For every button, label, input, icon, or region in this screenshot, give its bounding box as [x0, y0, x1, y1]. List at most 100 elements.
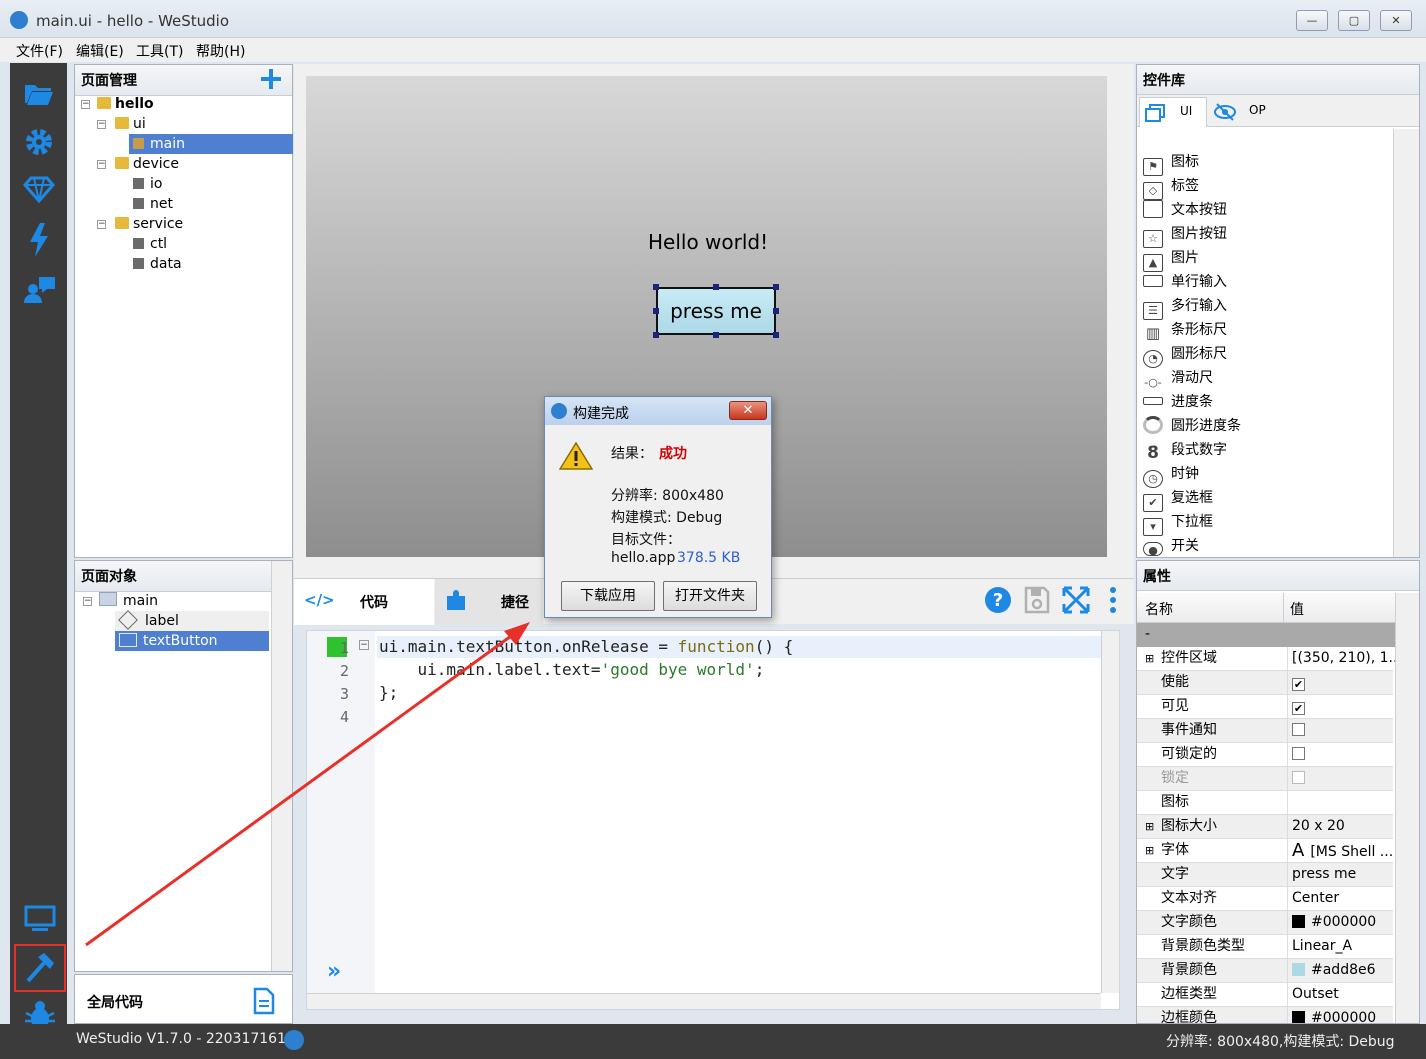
open-folder-button[interactable]: 打开文件夹	[663, 581, 757, 611]
tree-item-main[interactable]: main	[129, 134, 293, 154]
tree-item-service[interactable]: service	[115, 214, 183, 234]
target-file-name: hello.app	[611, 550, 676, 566]
menu-file[interactable]: 文件(F)	[16, 41, 63, 61]
tree-item-ctl[interactable]: ctl	[133, 234, 167, 254]
resize-handle-w[interactable]	[653, 308, 659, 314]
collapse-hello[interactable]: −	[81, 100, 90, 109]
tree-item-device[interactable]: device	[115, 154, 179, 174]
tree-item-data[interactable]: data	[133, 254, 182, 274]
monitor-icon[interactable]	[24, 905, 56, 933]
maximize-button[interactable]: ▢	[1338, 10, 1370, 31]
widget-dropdown[interactable]: ▾ 下拉框	[1143, 510, 1213, 536]
widget-clock[interactable]: ◷ 时钟	[1143, 462, 1199, 488]
property-group[interactable]: -	[1137, 623, 1395, 647]
tree-item-hello[interactable]: hello	[97, 94, 154, 114]
tree-item-io[interactable]: io	[133, 174, 162, 194]
tree-item-ui[interactable]: ui	[115, 114, 146, 134]
widget-checkbox[interactable]: ✔ 复选框	[1143, 486, 1213, 512]
resize-handle-ne[interactable]	[773, 284, 779, 290]
minimize-button[interactable]: —	[1296, 10, 1328, 31]
prop-widget-area[interactable]: ⊞ 控件区域 [(350, 210), 1...	[1137, 647, 1395, 671]
lockable-checkbox[interactable]	[1292, 747, 1305, 760]
expand-icon[interactable]: ⊞	[1145, 647, 1154, 670]
app-logo-icon	[10, 11, 28, 29]
visible-checkbox[interactable]: ✔	[1292, 702, 1305, 715]
prop-border-color[interactable]: 边框颜色 #000000	[1137, 1007, 1393, 1023]
file-icon	[133, 178, 144, 189]
tab-ui[interactable]: UI	[1139, 97, 1207, 127]
expand-icon[interactable]: ⊞	[1145, 815, 1154, 838]
close-button[interactable]: ✕	[1380, 10, 1412, 31]
prop-icon-size[interactable]: ⊞ 图标大小 20 x 20	[1137, 815, 1393, 839]
prop-enabled[interactable]: 使能 ✔	[1137, 671, 1393, 695]
canvas-label[interactable]: Hello world!	[648, 230, 768, 254]
download-app-button[interactable]: 下载应用	[561, 581, 655, 611]
widget-round-progress[interactable]: 圆形进度条	[1143, 414, 1241, 438]
code-horizontal-scrollbar[interactable]	[307, 993, 1101, 1009]
widget-segment-digit[interactable]: 8 段式数字	[1143, 438, 1227, 462]
widget-line-input[interactable]: 单行输入	[1143, 270, 1227, 294]
widget-image-button[interactable]: ☆ 图片按钮	[1143, 222, 1227, 248]
widget-text-button[interactable]: 文本按钮	[1143, 198, 1227, 222]
app-logo-icon	[284, 1030, 304, 1050]
prop-font[interactable]: ⊞ 字体 A [MS Shell ...	[1137, 839, 1393, 863]
dialog-close-button[interactable]: ✕	[729, 401, 767, 420]
prop-bg-color[interactable]: 背景颜色 #add8e6	[1137, 959, 1393, 983]
prop-text-align[interactable]: 文本对齐 Center	[1137, 887, 1393, 911]
global-code-bar[interactable]: 全局代码	[74, 974, 293, 1024]
menu-help[interactable]: 帮助(H)	[196, 41, 245, 61]
prop-text[interactable]: 文字 press me	[1137, 863, 1393, 887]
event-notify-checkbox[interactable]	[1292, 723, 1305, 736]
expand-panel-icon[interactable]: »	[327, 959, 341, 984]
more-options-icon[interactable]	[1108, 586, 1118, 614]
enabled-checkbox[interactable]: ✔	[1292, 678, 1305, 691]
library-scrollbar[interactable]	[1393, 129, 1419, 557]
collapse-device[interactable]: −	[97, 160, 106, 169]
add-page-icon[interactable]	[259, 67, 283, 91]
resize-handle-e[interactable]	[773, 308, 779, 314]
prop-visible[interactable]: 可见 ✔	[1137, 695, 1393, 719]
canvas-text-button[interactable]: press me	[656, 287, 776, 335]
chat-user-icon[interactable]	[23, 275, 57, 305]
widget-bar-gauge[interactable]: ▥ 条形标尺	[1143, 318, 1227, 342]
lightning-icon[interactable]	[28, 223, 50, 257]
resize-handle-s[interactable]	[713, 332, 719, 338]
object-item-main[interactable]: main	[99, 591, 158, 611]
gear-icon[interactable]	[24, 127, 54, 157]
widget-progress-bar[interactable]: 进度条	[1143, 390, 1213, 414]
prop-bg-color-type[interactable]: 背景颜色类型 Linear_A	[1137, 935, 1393, 959]
widget-label[interactable]: ◇ 标签	[1143, 174, 1199, 200]
resize-handle-se[interactable]	[773, 332, 779, 338]
document-icon[interactable]	[253, 987, 275, 1015]
collapse-service[interactable]: −	[97, 220, 106, 229]
collapse-ui[interactable]: −	[97, 120, 106, 129]
resize-handle-sw[interactable]	[653, 332, 659, 338]
code-vertical-scrollbar[interactable]	[1101, 631, 1119, 993]
prop-border-type[interactable]: 边框类型 Outset	[1137, 983, 1393, 1007]
widget-icon[interactable]: ⚑ 图标	[1143, 150, 1199, 176]
menu-tools[interactable]: 工具(T)	[136, 41, 183, 61]
tab-op[interactable]: OP	[1209, 97, 1277, 127]
prop-icon[interactable]: 图标	[1137, 791, 1393, 815]
window-title: main.ui - hello - WeStudio	[36, 12, 230, 30]
collapse-main-object[interactable]: −	[83, 597, 92, 606]
properties-scrollbar[interactable]	[1395, 593, 1419, 1023]
widget-round-gauge[interactable]: ◔ 圆形标尺	[1143, 342, 1227, 368]
folder-open-icon[interactable]	[23, 81, 55, 107]
resize-handle-n[interactable]	[713, 284, 719, 290]
expand-icon[interactable]: ⊞	[1145, 839, 1154, 862]
prop-lockable[interactable]: 可锁定的	[1137, 743, 1393, 767]
widget-text-area[interactable]: ☰ 多行输入	[1143, 294, 1227, 320]
tree-item-net[interactable]: net	[133, 194, 173, 214]
widget-switch[interactable]: ● 开关	[1143, 534, 1199, 558]
widget-image[interactable]: ▲ 图片	[1143, 246, 1199, 272]
help-icon[interactable]: ?	[984, 586, 1012, 614]
fullscreen-icon[interactable]	[1062, 586, 1090, 614]
save-icon[interactable]	[1024, 586, 1050, 614]
prop-event-notify[interactable]: 事件通知	[1137, 719, 1393, 743]
menu-edit[interactable]: 编辑(E)	[76, 41, 124, 61]
resize-handle-nw[interactable]	[653, 284, 659, 290]
prop-text-color[interactable]: 文字颜色 #000000	[1137, 911, 1393, 935]
widget-slider[interactable]: -○- 滑动尺	[1143, 366, 1213, 390]
diamond-icon[interactable]	[23, 175, 55, 203]
